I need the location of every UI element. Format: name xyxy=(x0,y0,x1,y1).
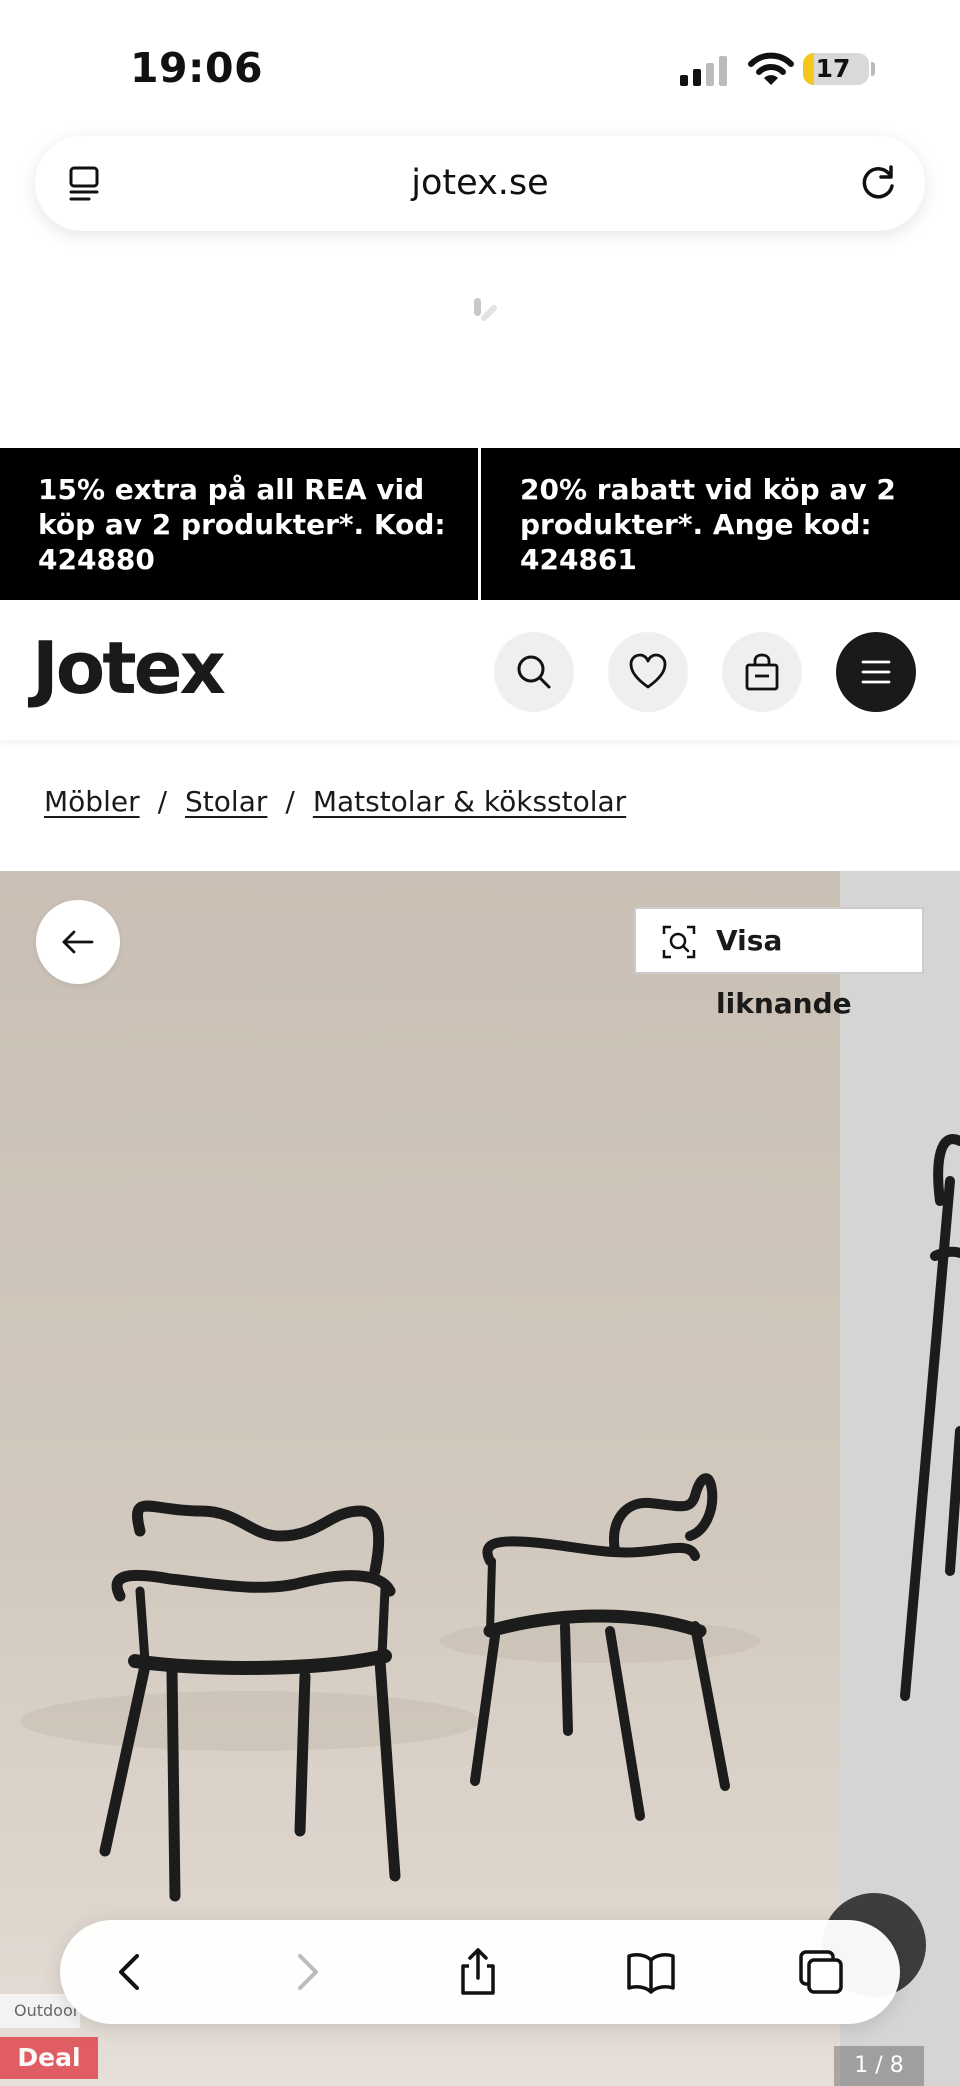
arrow-left-icon xyxy=(62,930,94,954)
status-time: 19:06 xyxy=(130,44,264,92)
breadcrumb-link-stolar[interactable]: Stolar xyxy=(185,785,267,818)
forward-icon[interactable] xyxy=(280,1946,332,1998)
wifi-icon xyxy=(748,52,794,85)
product-image[interactable] xyxy=(0,871,840,2086)
bookmarks-icon[interactable] xyxy=(625,1946,677,1998)
chairs-illustration xyxy=(20,1473,760,1902)
back-button[interactable] xyxy=(36,900,120,984)
promo-message-left[interactable]: 15% extra på all REA vid köp av 2 produk… xyxy=(38,472,458,577)
promo-banner[interactable]: 15% extra på all REA vid köp av 2 produk… xyxy=(0,448,960,600)
breadcrumb: Möbler / Stolar / Matstolar & köksstolar xyxy=(44,785,626,818)
search-button[interactable] xyxy=(494,632,574,712)
menu-button[interactable] xyxy=(836,632,916,712)
cart-button[interactable] xyxy=(722,632,802,712)
battery-indicator: 17 xyxy=(803,53,869,85)
jotex-logo[interactable]: Jotex xyxy=(32,626,226,710)
breadcrumb-separator: / xyxy=(157,785,168,818)
address-bar[interactable]: jotex.se xyxy=(35,136,925,231)
visual-search-icon xyxy=(662,925,696,959)
show-similar-button[interactable]: Visa liknande xyxy=(634,907,924,1020)
site-header: Jotex xyxy=(0,600,960,740)
promo-message-right[interactable]: 20% rabatt vid köp av 2 produkter*. Ange… xyxy=(520,472,940,577)
status-bar: 19:06 17 xyxy=(0,0,960,130)
menu-icon xyxy=(861,660,891,684)
search-icon xyxy=(517,655,551,689)
image-counter: 1 / 8 xyxy=(834,2046,924,2086)
breadcrumb-link-matstolar[interactable]: Matstolar & köksstolar xyxy=(313,785,626,818)
back-icon[interactable] xyxy=(105,1946,157,1998)
url-text[interactable]: jotex.se xyxy=(35,136,925,231)
browser-toolbar xyxy=(60,1920,900,2024)
show-similar-label: Visa liknande xyxy=(716,924,852,1020)
cellular-signal-icon xyxy=(680,56,727,86)
reload-icon[interactable] xyxy=(857,162,899,204)
loading-spinner-icon xyxy=(474,298,497,321)
breadcrumb-separator: / xyxy=(285,785,295,818)
heart-icon xyxy=(629,653,667,689)
breadcrumb-link-mobler[interactable]: Möbler xyxy=(44,785,140,818)
bag-icon xyxy=(745,653,779,691)
deal-badge: Deal xyxy=(0,2037,98,2079)
promo-divider xyxy=(478,448,481,600)
share-icon[interactable] xyxy=(452,1946,504,1998)
battery-nub xyxy=(871,62,875,76)
tabs-icon[interactable] xyxy=(795,1946,847,1998)
battery-percent: 17 xyxy=(815,54,851,83)
favorites-button[interactable] xyxy=(608,632,688,712)
